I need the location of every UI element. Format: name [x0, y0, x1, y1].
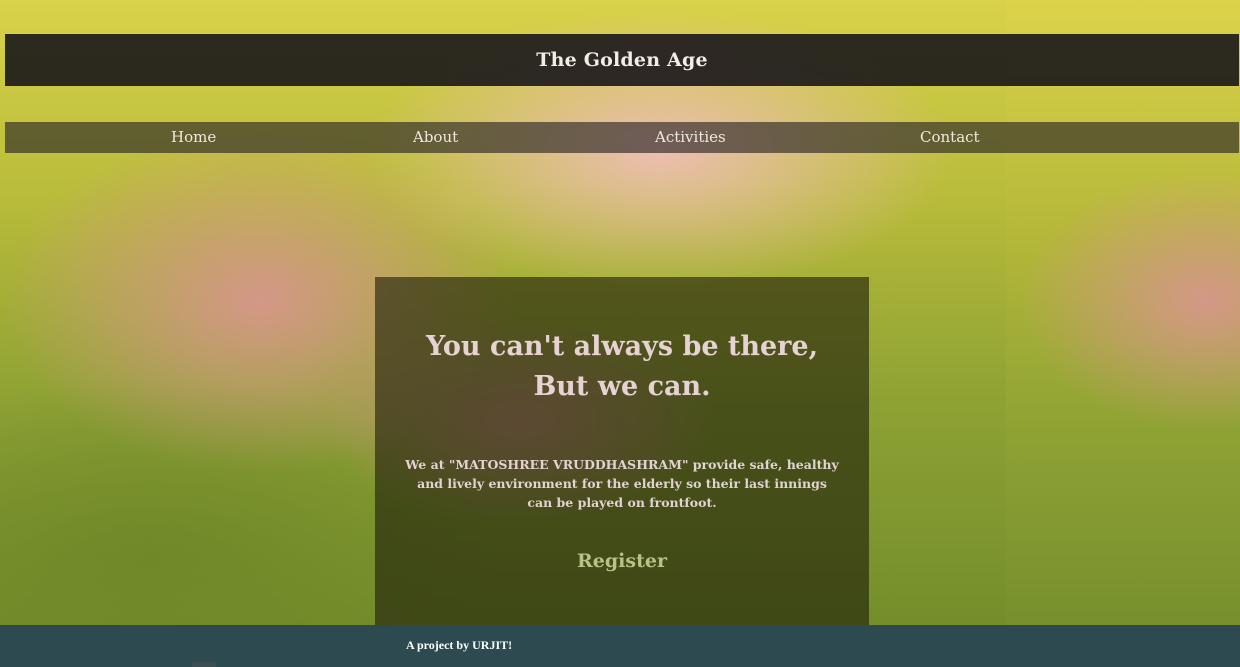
nav-item-contact[interactable]: Contact	[920, 122, 980, 153]
nav-item-activities[interactable]: Activities	[655, 122, 726, 153]
register-button[interactable]: Register	[375, 550, 869, 572]
hero-heading: You can't always be there, But we can.	[426, 331, 818, 402]
site-title: The Golden Age	[536, 49, 708, 71]
footer-credit: A project by URJIT!	[406, 638, 513, 652]
nav-item-home[interactable]: Home	[171, 122, 216, 153]
nav-item-about[interactable]: About	[413, 122, 458, 153]
holding-hands-photo-repeat	[1006, 0, 1240, 667]
hero-panel: You can't always be there, But we can. W…	[375, 277, 869, 625]
hero-description: We at "MATOSHREE VRUDDHASHRAM" provide s…	[405, 457, 839, 510]
site-header: The Golden Age	[5, 34, 1239, 86]
scroll-marker	[192, 662, 216, 667]
main-nav: Home About Activities Contact	[5, 122, 1239, 153]
site-footer: A project by URJIT!	[0, 625, 1240, 667]
